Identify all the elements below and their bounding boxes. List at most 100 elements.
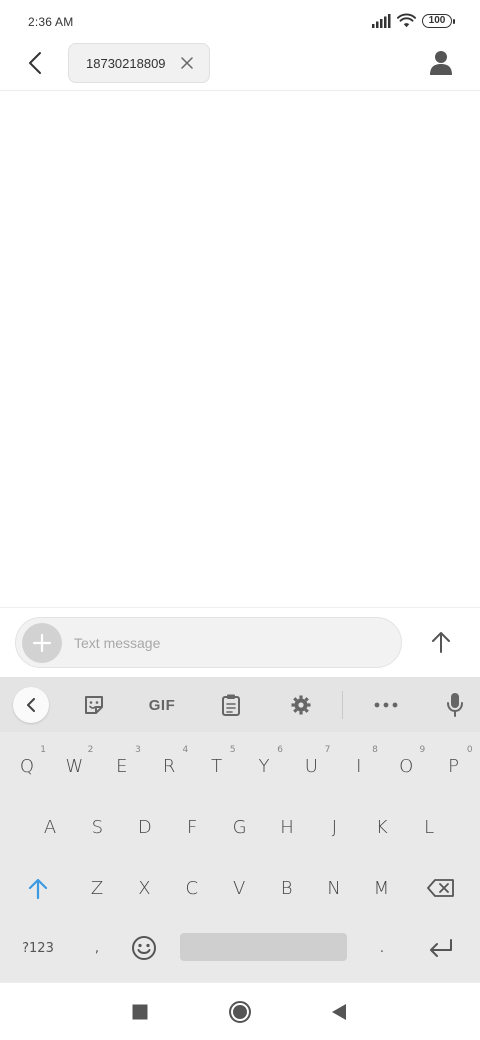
symbols-label: ?123 (22, 940, 54, 956)
more-horizontal-icon (374, 702, 398, 708)
key-h[interactable]: H (264, 802, 310, 852)
key-r[interactable]: 4R (146, 741, 192, 791)
recents-button[interactable] (127, 999, 153, 1025)
enter-icon (430, 939, 452, 957)
key-f[interactable]: F (169, 802, 215, 852)
clipboard-icon (222, 694, 240, 716)
key-label: V (233, 877, 246, 899)
shift-icon (28, 878, 48, 899)
compose-bar (0, 607, 480, 677)
gear-icon (291, 695, 311, 715)
back-arrow-icon (29, 52, 41, 74)
key-b[interactable]: B (264, 863, 310, 913)
recipient-chip[interactable]: 18730218809 (68, 43, 210, 83)
key-label: Z (90, 877, 104, 899)
key-v[interactable]: V (216, 863, 262, 913)
arrow-up-icon (432, 632, 450, 653)
status-time: 2:36 AM (28, 15, 74, 29)
key-x[interactable]: X (121, 863, 167, 913)
message-input[interactable] (74, 618, 394, 667)
key-j[interactable]: J (311, 802, 357, 852)
battery-level: 100 (428, 15, 446, 26)
square-icon (132, 1004, 148, 1020)
key-d[interactable]: D (122, 802, 168, 852)
key-label: O (399, 755, 414, 777)
key-label: U (304, 755, 318, 777)
key-e[interactable]: 3E (99, 741, 145, 791)
key-y[interactable]: 6Y (241, 741, 287, 791)
key-hint: 6 (277, 745, 283, 755)
triangle-back-icon (332, 1004, 346, 1020)
message-list (0, 91, 480, 607)
send-button[interactable] (424, 625, 458, 659)
key-label: R (162, 755, 176, 777)
gif-button[interactable]: GIF (140, 689, 184, 721)
key-label: I (356, 755, 362, 777)
more-button[interactable] (370, 689, 402, 721)
symbols-key[interactable]: ?123 (15, 923, 61, 973)
key-hint: 3 (135, 745, 141, 755)
period-label: . (379, 940, 385, 956)
microphone-icon (447, 693, 463, 717)
key-label: N (327, 877, 341, 899)
emoji-icon (132, 936, 156, 960)
backspace-icon (427, 879, 454, 897)
key-m[interactable]: M (358, 863, 404, 913)
key-hint: 2 (87, 745, 94, 755)
key-label: G (232, 816, 247, 838)
key-u[interactable]: 7U (288, 741, 334, 791)
back-nav-button[interactable] (326, 999, 352, 1025)
key-label: Q (19, 755, 35, 777)
key-label: T (211, 755, 223, 777)
key-c[interactable]: C (169, 863, 215, 913)
contact-button[interactable] (428, 50, 454, 76)
key-i[interactable]: 8I (336, 741, 382, 791)
backspace-key[interactable] (418, 863, 464, 913)
recipient-number: 18730218809 (86, 55, 166, 71)
remove-recipient-button[interactable] (179, 55, 195, 71)
toolbar-collapse-button[interactable] (13, 687, 49, 723)
keyboard-toolbar: GIF (0, 677, 480, 732)
voice-input-button[interactable] (439, 689, 471, 721)
key-label: E (116, 755, 128, 777)
key-hint: 1 (40, 745, 46, 755)
toolbar-divider (342, 691, 343, 719)
key-label: W (65, 755, 84, 777)
circle-icon (229, 1001, 251, 1023)
key-q[interactable]: 1Q (4, 741, 50, 791)
status-icons: 100 (372, 13, 455, 28)
settings-button[interactable] (285, 689, 317, 721)
attach-button[interactable] (22, 623, 62, 663)
key-w[interactable]: 2W (51, 741, 97, 791)
key-label: D (137, 816, 152, 838)
home-button[interactable] (227, 999, 253, 1025)
shift-key[interactable] (15, 863, 61, 913)
key-n[interactable]: N (311, 863, 357, 913)
key-g[interactable]: G (217, 802, 263, 852)
key-p[interactable]: 0P (431, 741, 477, 791)
key-o[interactable]: 9O (383, 741, 429, 791)
key-l[interactable]: L (406, 802, 452, 852)
key-label: L (424, 816, 435, 838)
plus-icon (32, 633, 52, 653)
key-s[interactable]: S (74, 802, 120, 852)
clipboard-button[interactable] (215, 689, 247, 721)
back-button[interactable] (20, 48, 50, 78)
chevron-left-icon (27, 698, 35, 712)
compose-field (15, 617, 402, 668)
key-a[interactable]: A (27, 802, 73, 852)
key-label: Y (258, 755, 270, 777)
emoji-key[interactable] (121, 923, 167, 973)
key-z[interactable]: Z (74, 863, 120, 913)
keyboard: G I F 1 Q 2 W 3 E 4 R 5 T 6 Y 7 U 8 I 9 O … (0, 677, 480, 982)
key-t[interactable]: 5T (194, 741, 240, 791)
period-key[interactable]: . (359, 923, 405, 973)
key-label: J (331, 816, 338, 838)
space-key[interactable] (180, 933, 347, 961)
close-icon (181, 57, 193, 69)
key-k[interactable]: K (359, 802, 405, 852)
comma-key[interactable]: , (74, 923, 120, 973)
key-label: K (375, 816, 388, 838)
enter-key[interactable] (418, 923, 464, 973)
sticker-button[interactable] (78, 689, 110, 721)
